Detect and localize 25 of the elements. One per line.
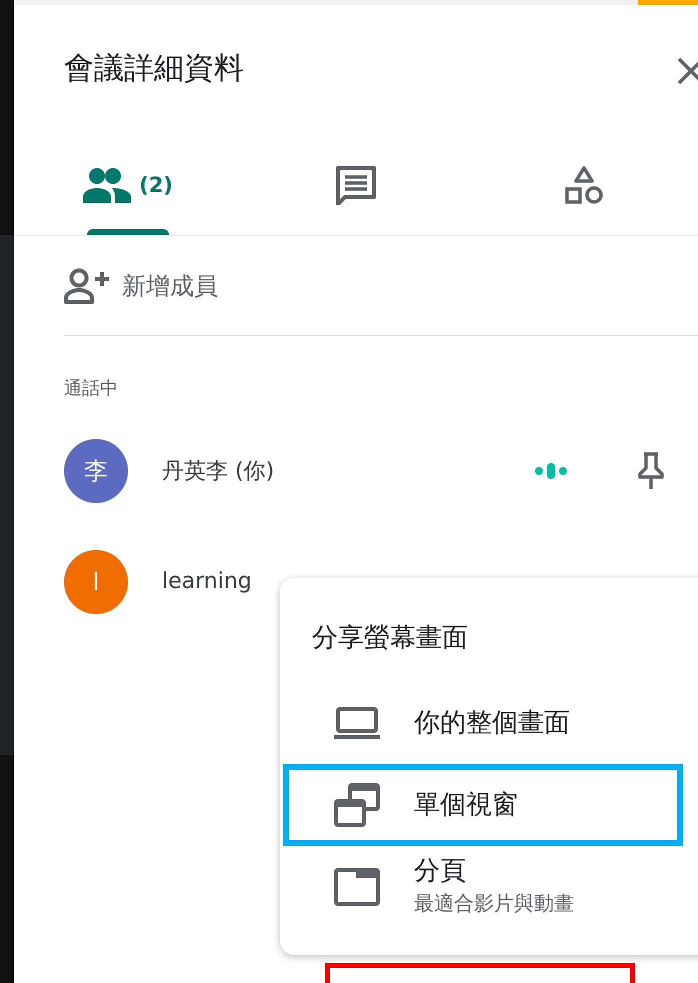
close-icon[interactable]	[676, 56, 698, 86]
menu-item[interactable]: 單個視窗	[283, 764, 683, 846]
avatar: 李	[64, 438, 128, 502]
laptop-icon	[334, 706, 380, 740]
menu-item-subtitle: 最適合影片與動畫	[414, 890, 574, 917]
menu-item[interactable]: 分頁 最適合影片與動畫	[283, 846, 683, 928]
pin-icon[interactable]	[636, 450, 666, 490]
people-tab[interactable]: (2)	[14, 135, 242, 235]
shapes-icon	[564, 165, 604, 205]
menu-item-label: 分頁	[414, 857, 467, 886]
people-icon	[83, 167, 132, 203]
participant-name: 丹英李 (你)	[162, 458, 276, 486]
section-label: 通話中	[64, 377, 119, 400]
chat-icon	[335, 165, 377, 205]
tab-icon	[334, 868, 380, 906]
menu-title: 分享螢幕畫面	[312, 622, 469, 655]
panel-title: 會議詳細資料	[64, 50, 244, 88]
avatar: l	[64, 550, 128, 614]
windows-icon	[334, 783, 380, 827]
menu-item[interactable]: 你的整個畫面	[283, 682, 683, 764]
add-member-button[interactable]: 新增成員	[64, 236, 698, 336]
add-person-icon	[64, 268, 110, 304]
menu-item-label: 單個視窗	[414, 790, 518, 820]
participant-name: learning	[162, 569, 253, 594]
menu-item-label: 你的整個畫面	[414, 708, 570, 738]
